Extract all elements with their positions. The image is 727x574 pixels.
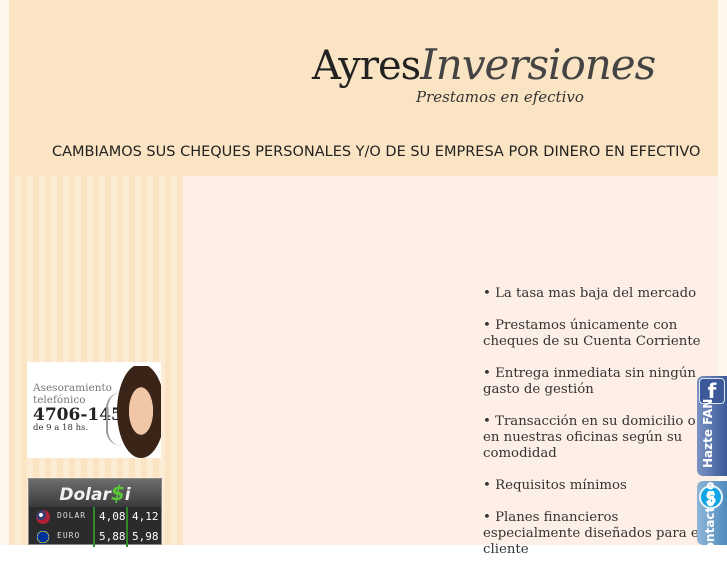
currency-row: EURO 5,88 5,98 xyxy=(29,528,161,547)
feature-item: • Entrega inmediata sin ningún gasto de … xyxy=(483,366,696,397)
buy-rate: 5,88 xyxy=(99,530,126,543)
feature-item: • Prestamos únicamente con cheques de su… xyxy=(483,318,701,349)
sell-rate: 5,98 xyxy=(132,530,159,543)
widget-title-text: Dolar xyxy=(59,485,111,505)
logo-subtitle: Prestamos en efectivo xyxy=(416,88,584,106)
dollar-sign-icon: $ xyxy=(110,481,125,505)
facebook-fan-label: Hazte FAN xyxy=(701,398,715,468)
feature-item: • Requisitos mínimos xyxy=(483,478,627,493)
sell-rate: 4,12 xyxy=(132,510,159,523)
feature-item: • Planes financieros especialmente diseñ… xyxy=(483,510,704,557)
site-logo[interactable]: AyresInversiones xyxy=(312,40,656,89)
tagline: CAMBIAMOS SUS CHEQUES PERSONALES Y/O DE … xyxy=(52,144,701,160)
feature-item: • La tasa mas baja del mercado xyxy=(483,286,697,301)
feature-list: • La tasa mas baja del mercado • Prestam… xyxy=(483,286,705,574)
us-flag-icon xyxy=(36,510,50,524)
buy-rate: 4,08 xyxy=(99,510,126,523)
page: AyresInversiones Prestamos en efectivo C… xyxy=(0,0,727,557)
phone-advice-label: Asesoramiento telefónico xyxy=(33,382,113,406)
logo-accent-text: Inversiones xyxy=(420,40,656,89)
currency-row: DOLAR 4,08 4,12 xyxy=(29,508,161,527)
skype-contact-label: Contactenos xyxy=(703,481,717,545)
facebook-fan-tab[interactable]: f Hazte FAN xyxy=(697,376,727,476)
phone-hours: de 9 a 18 hs. xyxy=(33,423,89,433)
widget-title-suffix: i xyxy=(124,485,131,505)
currency-name: DOLAR xyxy=(57,511,87,520)
eu-flag-icon xyxy=(36,530,50,544)
phone-advice-banner[interactable]: Asesoramiento telefónico 4706-1456 de 9 … xyxy=(27,362,161,458)
currency-widget[interactable]: Dolar$i DOLAR 4,08 4,12 EURO 5,88 5,98 xyxy=(28,478,162,547)
currency-widget-title: Dolar$i xyxy=(29,479,161,507)
logo-main-text: Ayres xyxy=(312,43,421,89)
headset-icon xyxy=(106,392,122,446)
skype-contact-tab[interactable]: S Contactenos xyxy=(697,481,727,545)
feature-item: • Transacción en su domicilio o en nuest… xyxy=(483,414,696,461)
currency-name: EURO xyxy=(57,531,81,540)
